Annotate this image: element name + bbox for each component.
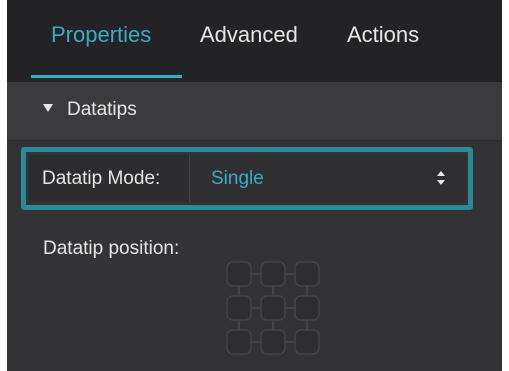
triangle-down-icon [43, 104, 53, 112]
section-title: Datatips [67, 99, 137, 120]
tab-actions[interactable]: Actions [347, 22, 419, 48]
active-tab-indicator [31, 75, 182, 78]
datatip-mode-row: Datatip Mode: Single [29, 155, 466, 202]
tab-properties[interactable]: Properties [51, 22, 151, 48]
tab-bar: Properties Advanced Actions [7, 0, 502, 82]
position-grid-icon[interactable] [221, 258, 325, 358]
up-down-arrows-icon [437, 171, 445, 185]
datatip-mode-value: Single [211, 168, 264, 189]
datatips-section-header[interactable]: Datatips [7, 82, 502, 141]
datatip-position-label: Datatip position: [43, 238, 180, 259]
datatip-mode-label: Datatip Mode: [42, 168, 161, 189]
tab-advanced[interactable]: Advanced [200, 22, 298, 48]
datatip-mode-select[interactable]: Single [189, 155, 466, 202]
properties-panel: Properties Advanced Actions Datatips Dat… [7, 0, 502, 371]
